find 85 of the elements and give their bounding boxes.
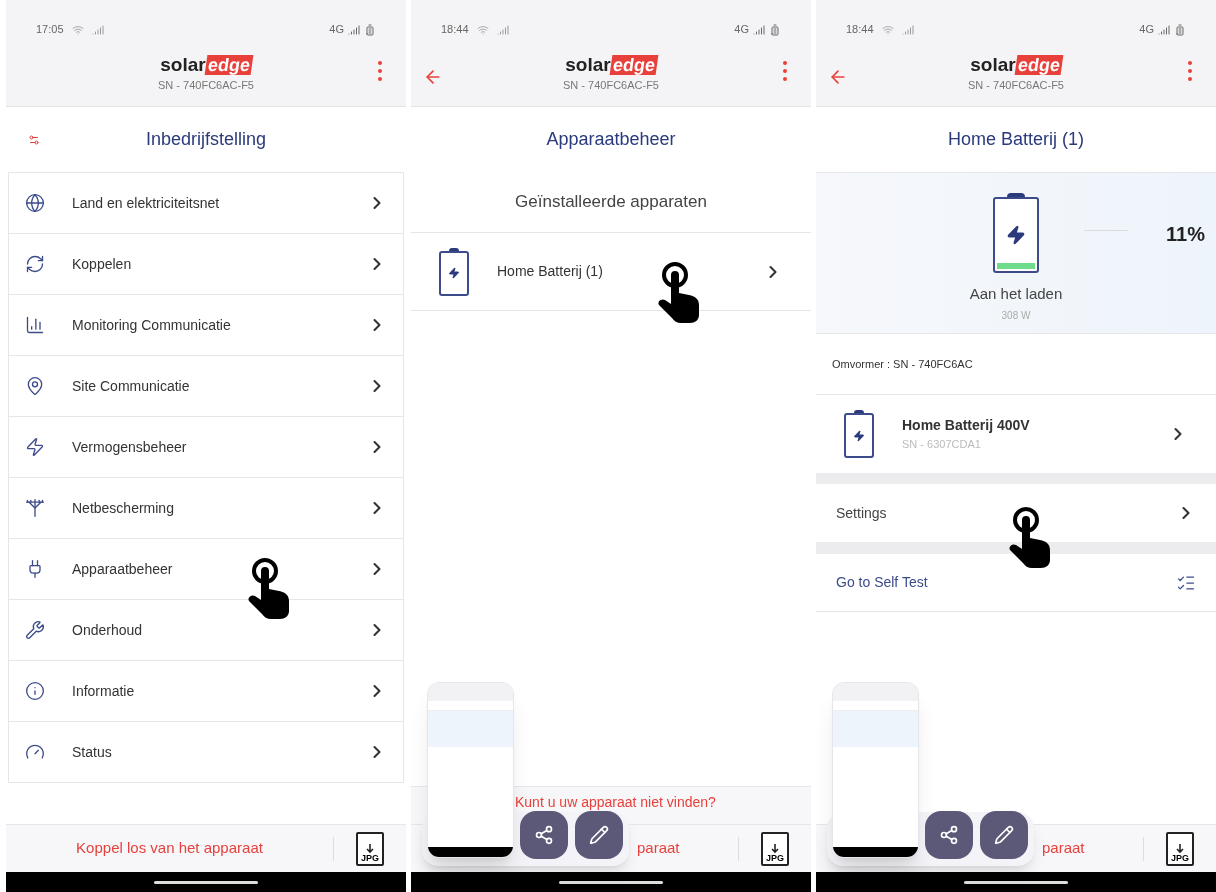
info-icon — [25, 681, 45, 701]
device-name: Home Batterij 400V — [902, 416, 1031, 436]
settings-label: Settings — [836, 503, 888, 523]
pencil-icon — [589, 825, 609, 845]
share-button[interactable] — [925, 811, 973, 859]
logo-text: solar — [970, 55, 1016, 75]
battery-icon — [993, 193, 1039, 273]
self-test-link[interactable]: Go to Self Test — [836, 572, 1176, 593]
more-menu-icon[interactable] — [1188, 61, 1192, 81]
device-row[interactable]: Home Batterij 400V SN - 6307CDA1 — [816, 395, 1216, 473]
section-heading: Geïnstalleerde apparaten — [515, 191, 707, 214]
map-pin-icon — [25, 376, 45, 396]
logo-badge: edge — [609, 55, 659, 75]
download-arrow-icon — [1176, 843, 1184, 854]
network-type: 4G — [734, 22, 749, 38]
status-time: 18:44 — [846, 22, 874, 38]
download-arrow-icon — [771, 843, 779, 854]
charging-status: Aan het laden — [969, 284, 1063, 304]
page-title: Apparaatbeheer — [546, 128, 676, 151]
power-reading: 308 W — [1001, 308, 1031, 323]
cell-signal-icon — [348, 23, 360, 36]
home-indicator[interactable] — [964, 880, 1068, 884]
home-indicator[interactable] — [559, 880, 663, 884]
disconnect-button[interactable]: paraat — [637, 837, 680, 860]
logo-badge: edge — [1014, 55, 1064, 75]
jpg-file-icon[interactable]: JPG — [761, 831, 789, 866]
menu-item-label: Vermogensbeheer — [72, 437, 188, 457]
wifi-icon — [71, 23, 84, 36]
settings-row[interactable]: Settings — [816, 484, 1216, 542]
inverter-serial: Omvormer : SN - 740FC6AC — [832, 356, 973, 372]
home-indicator[interactable] — [154, 880, 258, 884]
screenshot-thumbnail[interactable] — [427, 682, 514, 858]
globe-icon — [25, 193, 45, 213]
menu-item-label: Site Communicatie — [72, 376, 191, 396]
serial-number: SN - 740FC6AC-F5 — [158, 78, 254, 93]
page-title: Home Batterij (1) — [947, 128, 1084, 151]
serial-number: SN - 740FC6AC-F5 — [563, 78, 659, 93]
download-arrow-icon — [366, 843, 374, 854]
wifi-icon — [881, 23, 894, 36]
status-time: 17:05 — [36, 22, 64, 38]
menu-item-label: Informatie — [72, 681, 136, 701]
share-icon — [534, 825, 554, 845]
status-time: 18:44 — [441, 22, 469, 38]
menu-item-label: Onderhoud — [72, 620, 144, 640]
edit-button[interactable] — [575, 811, 623, 859]
share-icon — [939, 825, 959, 845]
menu-item-label: Status — [72, 742, 113, 762]
jpg-file-icon[interactable]: JPG — [356, 831, 384, 866]
page-title: Inbedrijfstelling — [145, 128, 267, 151]
cell-signal-icon — [1158, 23, 1170, 36]
sync-icon — [25, 254, 45, 274]
menu-item-label: Netbescherming — [72, 498, 175, 518]
logo-badge: edge — [204, 55, 254, 75]
disconnect-button[interactable]: paraat — [1042, 837, 1085, 860]
more-menu-icon[interactable] — [783, 61, 787, 81]
power-pylon-icon — [25, 498, 45, 518]
charge-percentage: 11% — [1166, 222, 1205, 247]
menu-item-label: Land en elektriciteitsnet — [72, 193, 221, 213]
menu-item-label: Monitoring Communicatie — [72, 315, 232, 335]
logo-text: solar — [160, 55, 206, 75]
cell-signal-icon — [753, 23, 765, 36]
menu-item-label: Koppelen — [72, 254, 133, 274]
battery-icon — [439, 247, 469, 296]
screenshot-thumbnail[interactable] — [832, 682, 919, 858]
wrench-icon — [25, 620, 45, 640]
menu-item-label: Apparaatbeheer — [72, 559, 174, 579]
share-button[interactable] — [520, 811, 568, 859]
jpg-file-icon[interactable]: JPG — [1166, 831, 1194, 866]
edit-button[interactable] — [980, 811, 1028, 859]
wifi-icon — [476, 23, 489, 36]
battery-icon — [844, 410, 874, 458]
bar-chart-icon — [25, 315, 45, 335]
battery-status-icon — [1174, 23, 1186, 36]
serial-number: SN - 740FC6AC-F5 — [968, 78, 1064, 93]
device-name: Home Batterij (1) — [497, 262, 604, 281]
network-type: 4G — [1139, 22, 1154, 38]
battery-status-icon — [769, 23, 781, 36]
battery-status-icon — [364, 23, 376, 36]
lightning-icon — [25, 437, 45, 457]
disconnect-button[interactable]: Koppel los van het apparaat — [76, 837, 263, 860]
pencil-icon — [994, 825, 1014, 845]
more-menu-icon[interactable] — [378, 61, 382, 81]
device-serial: SN - 6307CDA1 — [902, 437, 982, 453]
network-type: 4G — [329, 22, 344, 38]
logo-text: solar — [565, 55, 611, 75]
